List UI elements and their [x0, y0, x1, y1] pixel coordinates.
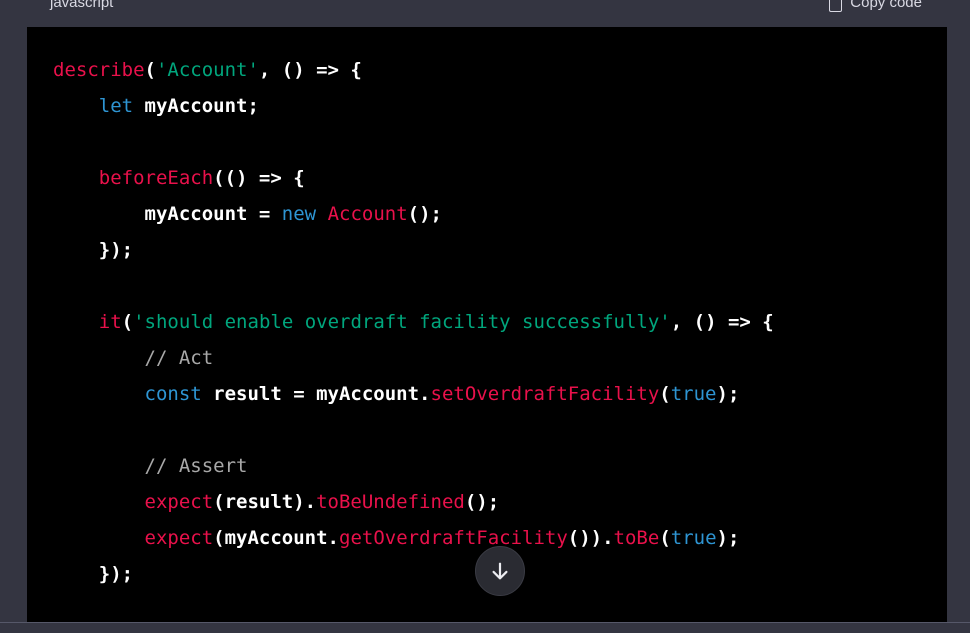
code-token-identifier: toBeUndefined: [316, 491, 465, 513]
code-token-text: );: [716, 383, 740, 405]
code-token-text: myAccount;: [133, 95, 259, 117]
code-language-label: javascript: [50, 0, 114, 11]
code-block: javascript Copy code describe('Account',…: [27, 0, 947, 622]
code-token-identifier: getOverdraftFacility: [339, 527, 568, 549]
code-line: myAccount = new Account();: [53, 196, 774, 232]
code-token-text: (: [121, 311, 134, 333]
code-token-identifier: beforeEach: [98, 167, 214, 189]
code-line: });: [53, 556, 774, 592]
code-token-identifier: describe: [53, 59, 145, 81]
code-token-comment: // Act: [144, 347, 214, 369]
code-token-identifier: toBe: [613, 527, 660, 549]
copy-code-button[interactable]: Copy code: [829, 0, 922, 13]
code-token-text: myAccount =: [53, 203, 282, 225]
code-token-text: ();: [407, 203, 442, 225]
code-token-keyword: let: [98, 95, 134, 117]
code-token-identifier: setOverdraftFacility: [430, 383, 660, 405]
code-token-text: (() => {: [213, 167, 305, 189]
code-token-identifier: expect: [144, 491, 214, 513]
code-body: describe('Account', () => { let myAccoun…: [53, 52, 774, 592]
code-token-string: 'Account': [155, 59, 259, 81]
clipboard-icon: [829, 0, 843, 12]
code-token-text: (myAccount.: [213, 527, 339, 549]
code-token-identifier: expect: [144, 527, 214, 549]
code-token-text: });: [53, 563, 134, 585]
code-token-keyword: const: [144, 383, 202, 405]
code-line: expect(myAccount.getOverdraftFacility())…: [53, 520, 774, 556]
code-token-comment: // Assert: [144, 455, 248, 477]
copy-code-label: Copy code: [850, 0, 922, 11]
code-line: // Act: [53, 340, 774, 376]
code-block-header: javascript Copy code: [27, 0, 947, 27]
arrow-down-icon: [492, 562, 508, 580]
code-token-string: 'should enable overdraft facility succes…: [133, 311, 671, 333]
code-token-text: );: [716, 527, 740, 549]
code-token-text: });: [53, 239, 134, 261]
code-token-text: (: [144, 59, 156, 81]
code-token-text: ()).: [567, 527, 614, 549]
scroll-to-bottom-button[interactable]: [475, 546, 525, 596]
code-token-text: (: [659, 527, 671, 549]
code-token-keyword: true: [670, 527, 717, 549]
code-token-text: (result).: [213, 491, 317, 513]
code-line: let myAccount;: [53, 88, 774, 124]
code-line: it('should enable overdraft facility suc…: [53, 304, 774, 340]
code-line: beforeEach(() => {: [53, 160, 774, 196]
code-token-text: ();: [464, 491, 500, 513]
code-line: });: [53, 232, 774, 268]
code-token-text: , () => {: [258, 59, 362, 81]
code-token-identifier: it: [98, 311, 122, 333]
code-token-text: , () => {: [670, 311, 774, 333]
code-token-text: (: [659, 383, 671, 405]
code-token-keyword: true: [670, 383, 717, 405]
code-token-keyword: new: [281, 203, 317, 225]
code-line: const result = myAccount.setOverdraftFac…: [53, 376, 774, 412]
code-line: describe('Account', () => {: [53, 52, 774, 88]
code-line: expect(result).toBeUndefined();: [53, 484, 774, 520]
code-token-identifier: Account: [327, 203, 408, 225]
page-bottom-edge: [0, 622, 970, 633]
code-line: // Assert: [53, 448, 774, 484]
code-token-text: result = myAccount.: [201, 383, 431, 405]
